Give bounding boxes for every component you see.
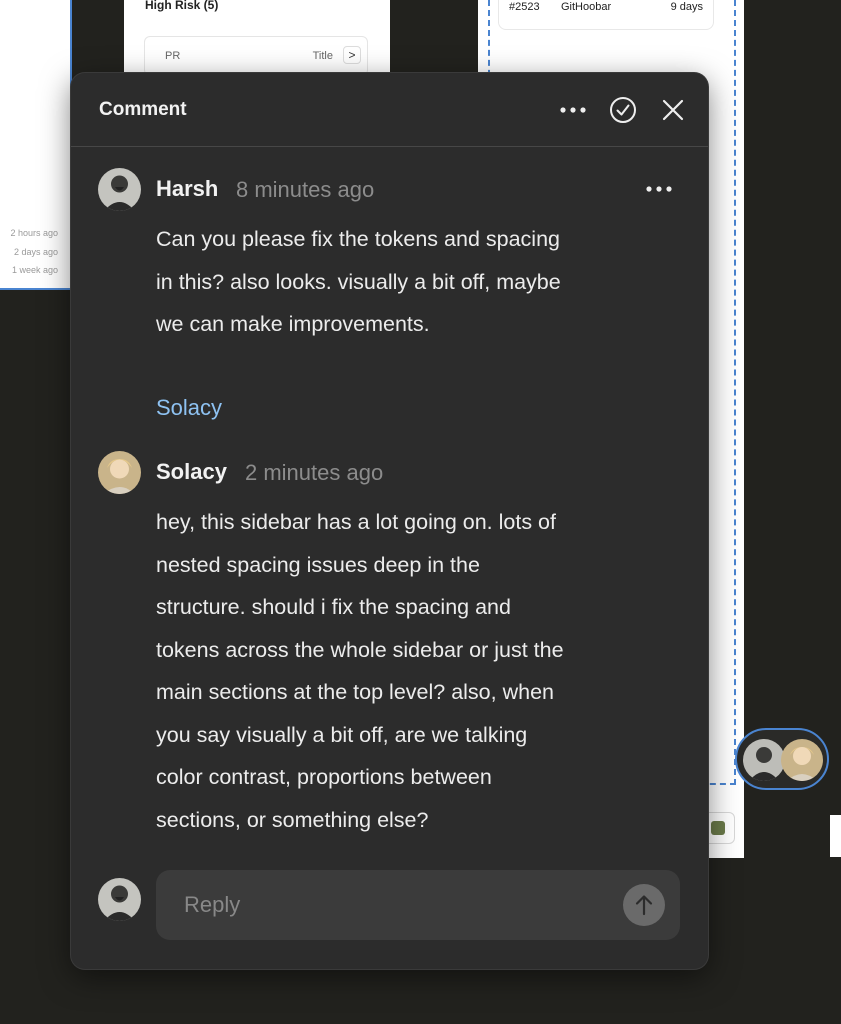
avatar-solacy-mini (781, 739, 823, 781)
comment-more-icon[interactable] (644, 174, 674, 204)
column-header-pr: PR (165, 50, 181, 62)
comment-body-line: main sections at the top level? also, wh… (156, 680, 554, 704)
current-user-avatar[interactable] (98, 878, 141, 921)
canvas-frame-far-right[interactable] (830, 815, 841, 857)
comment-body-line: tokens across the whole sidebar or just … (156, 637, 564, 662)
pr-age: 9 days (670, 1, 703, 13)
comment-body: hey, this sidebar has a lot going on. lo… (156, 501, 636, 841)
close-icon[interactable] (658, 95, 688, 125)
pr-number: #2523 (509, 1, 540, 13)
reply-input[interactable] (156, 870, 680, 940)
timestamp-label: 2 days ago (13, 247, 58, 257)
comment-body-line: in this? also looks. visually a bit off,… (156, 269, 561, 294)
comment-author: Solacy (156, 459, 227, 484)
more-horizontal-icon[interactable] (558, 95, 588, 125)
panel-title: Comment (99, 99, 187, 120)
comment-body: Can you please fix the tokens and spacin… (156, 218, 636, 346)
column-header-title: Title (312, 50, 333, 62)
comment-body-line: color contrast, proportions between (156, 765, 492, 789)
comment-author: Harsh (156, 176, 219, 201)
comment-body-line: you say visually a bit off, are we talki… (156, 722, 528, 747)
comment-body-line: structure. should i fix the spacing and (156, 595, 511, 619)
risk-card-title: High Risk (5) (145, 0, 219, 12)
comment-body-line: we can make improvements. (156, 312, 430, 336)
comment-body-line: hey, this sidebar has a lot going on. lo… (156, 510, 556, 534)
comment-body-line: sections, or something else? (156, 807, 429, 832)
avatar[interactable] (98, 451, 141, 494)
timestamp-label: 1 week ago (11, 265, 58, 275)
comment-pin-avatars[interactable] (735, 728, 829, 790)
avatar-harsh-mini (743, 739, 785, 781)
arrow-up-icon (635, 895, 653, 916)
check-circle-icon[interactable] (608, 95, 638, 125)
timestamp-label: 2 hours ago (10, 228, 58, 238)
mention-link[interactable]: Solacy (156, 395, 222, 421)
pr-author: GitHoobar (561, 1, 612, 13)
comment-body-line: nested spacing issues deep in the (156, 552, 480, 577)
comment-panel-header: Comment (71, 73, 708, 147)
canvas-frame-left[interactable]: 2 hours ago 2 days ago 1 week ago (0, 0, 72, 290)
comment-body-line: Can you please fix the tokens and spacin… (156, 227, 560, 251)
send-button[interactable] (623, 884, 665, 926)
comment-timestamp: 2 minutes ago (245, 460, 384, 485)
chevron-right-icon[interactable]: > (343, 46, 361, 64)
comment-panel: Comment Harsh 8 minutes ago Can you plea… (71, 73, 708, 969)
risk-table-header: PR Title > (144, 36, 368, 76)
avatar[interactable] (98, 168, 141, 211)
comment-timestamp: 8 minutes ago (236, 177, 375, 202)
pr-list-item[interactable]: #2523 GitHoobar 9 days (498, 0, 714, 30)
